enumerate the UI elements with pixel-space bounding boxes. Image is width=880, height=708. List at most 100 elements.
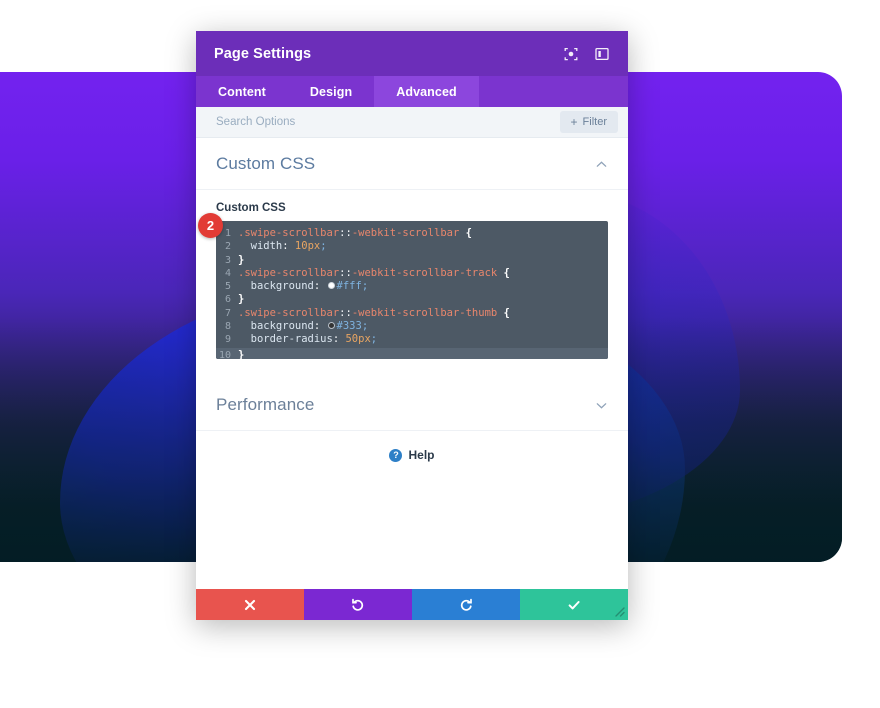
code-line-number: 10 bbox=[218, 349, 231, 359]
code-line: 7 .swipe-scrollbar::-webkit-scrollbar-thu… bbox=[216, 307, 608, 320]
code-line: 5 background: #fff; bbox=[216, 280, 608, 293]
code-token: : bbox=[282, 240, 295, 253]
code-line: 6} bbox=[216, 293, 608, 306]
code-token: } bbox=[238, 348, 245, 359]
code-token: .swipe-scrollbar bbox=[238, 306, 340, 319]
modal-header-icons bbox=[563, 46, 610, 62]
modal-body: Custom CSS Custom CSS 2 1 .swipe-scrollba… bbox=[196, 138, 628, 589]
code-line: 2 width: 10px; bbox=[216, 240, 608, 253]
search-options-bar: + Filter bbox=[196, 107, 628, 138]
help-link[interactable]: ? Help bbox=[196, 431, 628, 479]
help-label: Help bbox=[408, 448, 435, 462]
tab-design[interactable]: Design bbox=[288, 76, 374, 107]
plus-icon: + bbox=[570, 115, 578, 129]
code-line-number: 4 bbox=[224, 267, 231, 279]
modal-header: Page Settings bbox=[196, 31, 628, 76]
modal-resize-handle[interactable] bbox=[606, 598, 628, 620]
section-header-custom-css[interactable]: Custom CSS bbox=[196, 138, 628, 190]
code-token: width bbox=[238, 240, 283, 253]
code-line: 9 border-radius: 50px; bbox=[216, 333, 608, 346]
code-token: background bbox=[238, 280, 314, 293]
section-header-performance[interactable]: Performance bbox=[196, 379, 628, 431]
code-line-text: .swipe-scrollbar::-webkit-scrollbar-trac… bbox=[238, 267, 510, 280]
code-token: :: bbox=[339, 227, 352, 239]
code-line-number: 9 bbox=[224, 334, 231, 346]
chevron-down-icon[interactable] bbox=[595, 399, 608, 412]
code-line-number: 8 bbox=[224, 321, 231, 333]
code-token: border-radius bbox=[238, 333, 333, 346]
chevron-up-icon[interactable] bbox=[595, 158, 608, 171]
code-token: #fff bbox=[336, 280, 362, 293]
color-swatch-icon[interactable] bbox=[327, 321, 335, 329]
code-line-text: background: #fff; bbox=[238, 280, 369, 293]
code-token: : bbox=[332, 333, 346, 346]
code-token: .swipe-scrollbar bbox=[238, 227, 340, 239]
code-token: #333 bbox=[336, 320, 362, 333]
code-line-text: } bbox=[238, 254, 244, 267]
code-token: ; bbox=[320, 240, 327, 253]
tab-content[interactable]: Content bbox=[196, 76, 288, 107]
code-line-text: } bbox=[238, 293, 244, 306]
undo-button[interactable] bbox=[304, 589, 412, 620]
code-line-text: } bbox=[238, 349, 244, 359]
code-token: } bbox=[238, 293, 245, 306]
cancel-button[interactable] bbox=[196, 589, 304, 620]
code-line: 8 background: #333; bbox=[216, 320, 608, 333]
filter-button[interactable]: + Filter bbox=[559, 111, 618, 133]
custom-css-field-wrap: Custom CSS 2 1 .swipe-scrollbar::-webkit-… bbox=[196, 190, 628, 379]
undo-arrow-icon bbox=[351, 598, 365, 612]
section-title-performance: Performance bbox=[216, 395, 315, 414]
code-token: ; bbox=[361, 280, 369, 293]
code-line-text: .swipe-scrollbar::-webkit-scrollbar-thum… bbox=[238, 307, 510, 320]
modal-action-bar bbox=[196, 589, 628, 620]
code-line-text: background: #333; bbox=[238, 320, 369, 333]
code-token: .swipe-scrollbar bbox=[238, 266, 340, 279]
tab-advanced[interactable]: Advanced bbox=[374, 76, 479, 107]
code-line: 4 .swipe-scrollbar::-webkit-scrollbar-tra… bbox=[216, 267, 608, 280]
checkmark-icon bbox=[567, 598, 581, 612]
code-token: 50px bbox=[345, 333, 371, 346]
code-line: 3} bbox=[216, 254, 608, 267]
code-token: background bbox=[238, 320, 314, 333]
question-mark-icon: ? bbox=[389, 448, 403, 462]
focus-target-icon[interactable] bbox=[563, 46, 579, 62]
code-token: { bbox=[465, 227, 472, 239]
code-line-number: 7 bbox=[224, 307, 231, 319]
custom-css-code-editor[interactable]: 1 .swipe-scrollbar::-webkit-scrollbar {2 … bbox=[216, 221, 608, 359]
code-token: { bbox=[503, 306, 510, 319]
code-token: : bbox=[313, 280, 327, 293]
code-token: ; bbox=[361, 320, 369, 333]
code-token: :: bbox=[339, 306, 352, 319]
code-token: } bbox=[238, 253, 245, 266]
code-token: :: bbox=[339, 266, 352, 279]
step-marker-badge: 2 bbox=[198, 213, 223, 238]
code-line-number: 2 bbox=[224, 241, 231, 253]
code-token: ; bbox=[370, 333, 378, 346]
close-x-icon bbox=[243, 598, 257, 612]
code-token: : bbox=[313, 320, 327, 333]
screenshot-root: Page Settings Content Design Advanced Se… bbox=[0, 0, 880, 708]
code-token: -webkit-scrollbar-thumb bbox=[351, 306, 498, 319]
code-line: 10} bbox=[216, 347, 608, 359]
section-title-custom-css: Custom CSS bbox=[216, 154, 316, 173]
code-line-number: 3 bbox=[224, 254, 231, 266]
search-input[interactable] bbox=[216, 116, 560, 128]
redo-arrow-icon bbox=[459, 598, 473, 612]
code-token: 10px bbox=[294, 240, 321, 253]
code-token: -webkit-scrollbar-track bbox=[351, 266, 498, 279]
code-line-number: 5 bbox=[224, 281, 231, 293]
code-line: 1 .swipe-scrollbar::-webkit-scrollbar { bbox=[216, 227, 608, 240]
code-line-text: .swipe-scrollbar::-webkit-scrollbar { bbox=[238, 227, 472, 240]
custom-css-field-label: Custom CSS bbox=[216, 202, 286, 214]
code-token: { bbox=[503, 266, 510, 279]
layout-panel-icon[interactable] bbox=[594, 46, 610, 62]
redo-button[interactable] bbox=[412, 589, 520, 620]
code-line-text: border-radius: 50px; bbox=[238, 333, 377, 346]
code-token: -webkit-scrollbar bbox=[351, 227, 460, 239]
modal-tabbar: Content Design Advanced bbox=[196, 76, 628, 107]
page-title: Page Settings bbox=[214, 45, 312, 62]
code-line-text: width: 10px; bbox=[238, 240, 327, 253]
page-settings-modal: Page Settings Content Design Advanced Se… bbox=[196, 31, 628, 620]
color-swatch-icon[interactable] bbox=[327, 281, 335, 289]
code-line-number: 6 bbox=[224, 294, 231, 306]
